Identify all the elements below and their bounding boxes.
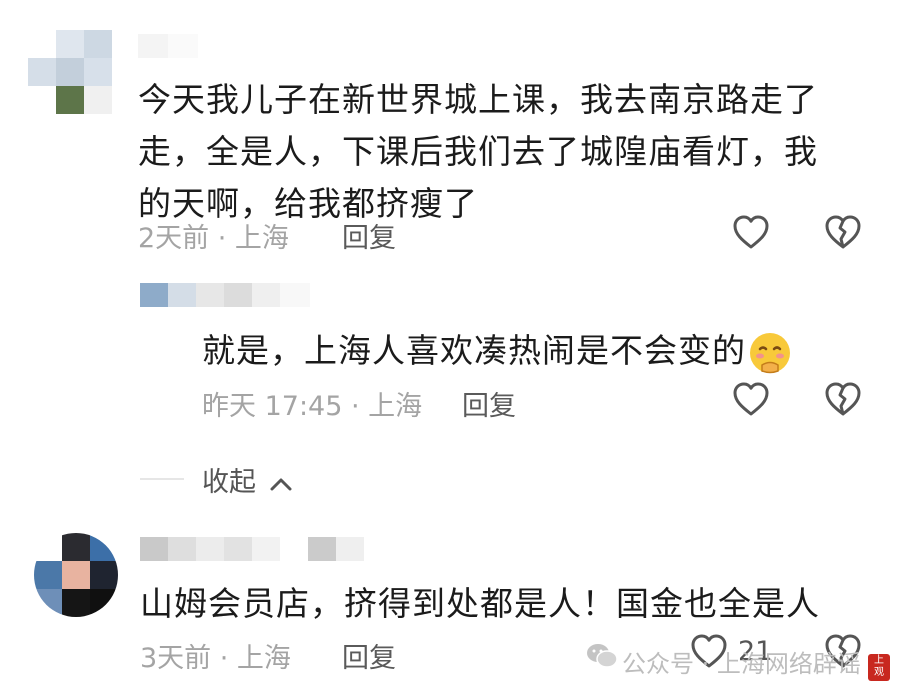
stamp-logo: 上观: [868, 654, 890, 681]
comment-time-location: 2天前 · 上海: [138, 223, 289, 254]
stamp-text: 上观: [874, 655, 884, 678]
reply-username-blurred[interactable]: [140, 283, 310, 307]
reply-button[interactable]: 回复: [342, 216, 396, 255]
collapse-replies-button[interactable]: 收起: [202, 460, 293, 499]
collapse-divider: [140, 478, 184, 480]
comment-line: 今天我儿子在新世界城上课，我去南京路走了: [138, 80, 818, 119]
comment-text: 今天我儿子在新世界城上课，我去南京路走了 走，全是人，下课后我们去了城隍庙看灯，…: [138, 74, 858, 230]
heart-outline-icon[interactable]: [732, 381, 770, 417]
avatar[interactable]: [28, 30, 112, 114]
heart-outline-icon[interactable]: [732, 214, 770, 250]
username-blurred[interactable]: [140, 537, 370, 561]
reply-time-location: 昨天 17:45 · 上海: [202, 391, 423, 422]
collapse-label: 收起: [202, 467, 256, 498]
reply-text: 就是，上海人喜欢凑热闹是不会变的: [202, 331, 746, 370]
comment-line: 走，全是人，下课后我们去了城隍庙看灯，我: [138, 132, 818, 171]
wechat-icon: [586, 642, 618, 670]
chevron-up-icon: [269, 476, 293, 492]
shy-smile-emoji: [748, 331, 792, 375]
avatar[interactable]: [34, 533, 118, 617]
broken-heart-icon[interactable]: [824, 214, 862, 250]
comment-time-location: 3天前 · 上海: [140, 643, 291, 674]
broken-heart-icon[interactable]: [824, 381, 862, 417]
comment-text: 山姆会员店，挤得到处都是人！国金也全是人: [140, 584, 820, 623]
reply-button[interactable]: 回复: [342, 636, 396, 675]
watermark-label: 公众号 · 上海网络辟谣: [622, 650, 861, 678]
reply-button[interactable]: 回复: [462, 384, 516, 423]
reply-text-row: 就是，上海人喜欢凑热闹是不会变的: [202, 325, 792, 377]
username-blurred[interactable]: [138, 34, 198, 58]
